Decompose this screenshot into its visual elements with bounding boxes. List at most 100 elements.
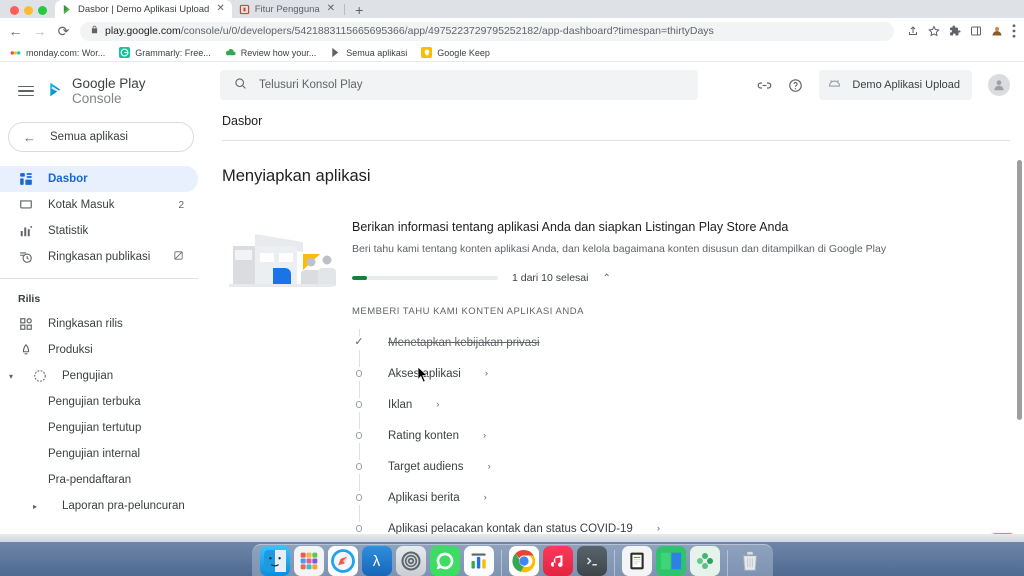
browser-tab-2[interactable]: Fitur Pengguna ✕ — [232, 0, 342, 18]
terminal-icon[interactable] — [576, 546, 607, 576]
menu-icon[interactable] — [18, 85, 34, 97]
sidebar-item-produksi[interactable]: Produksi — [0, 337, 198, 363]
safari-icon[interactable] — [327, 546, 358, 576]
brand-logo[interactable]: Google Play Console — [48, 76, 194, 106]
sidebar-item-ringkasan-rilis[interactable]: Ringkasan rilis — [0, 311, 198, 337]
address-bar[interactable]: play.google.com/console/u/0/developers/5… — [80, 21, 894, 41]
circle-outline-icon — [352, 459, 366, 474]
reload-button[interactable]: ⟳ — [56, 24, 71, 38]
bookmark-label: Grammarly: Free... — [135, 47, 211, 58]
close-tab-button[interactable]: ✕ — [216, 4, 224, 14]
photos-icon[interactable] — [689, 546, 720, 576]
books-icon[interactable] — [621, 546, 652, 576]
bookmark-label: Review how your... — [240, 47, 317, 58]
browser-tab-1[interactable]: Dasbor | Demo Aplikasi Upload ✕ — [55, 0, 232, 18]
chevron-right-icon[interactable]: ▸ — [28, 502, 42, 511]
sidebar-item-ringkasan-publikasi[interactable]: Ringkasan publikasi — [0, 244, 198, 270]
sidebar-item-statistik[interactable]: Statistik — [0, 218, 198, 244]
bookmark-star-icon[interactable] — [928, 25, 940, 37]
xcode-icon[interactable]: λ — [361, 546, 392, 576]
chevron-up-icon[interactable]: ⌃ — [602, 273, 610, 284]
link-icon[interactable] — [757, 78, 772, 93]
checklist-item-app-access[interactable]: Akses aplikasi › — [352, 358, 1004, 389]
chrome-browser-window: Dasbor | Demo Aplikasi Upload ✕ Fitur Pe… — [0, 0, 1024, 576]
tab-divider — [344, 3, 346, 15]
forward-button[interactable]: → — [32, 24, 47, 38]
chevron-right-icon: › — [656, 523, 660, 534]
tab-strip: Dasbor | Demo Aplikasi Upload ✕ Fitur Pe… — [0, 0, 1024, 18]
top-bar: Telusuri Konsol Play Demo Aplikasi Uploa… — [210, 62, 1024, 108]
displays-icon[interactable] — [655, 546, 686, 576]
new-tab-button[interactable]: + — [347, 3, 371, 18]
dock-separator — [726, 550, 728, 576]
checklist-item-ads[interactable]: Iklan › — [352, 389, 1004, 420]
storefront-illustration — [222, 220, 352, 575]
sidebar-item-pra-pendaftaran[interactable]: Pra-pendaftaran — [0, 467, 198, 493]
help-circle-icon[interactable] — [788, 78, 803, 93]
chevron-right-icon: › — [482, 430, 487, 441]
all-apps-button[interactable]: ← Semua aplikasi — [8, 122, 194, 152]
sidebar-item-pengujian-tertutup[interactable]: Pengujian tertutup — [0, 415, 198, 441]
maximize-window-button[interactable] — [38, 6, 47, 15]
sidebar-item-pengujian-terbuka[interactable]: Pengujian terbuka — [0, 389, 198, 415]
breadcrumb[interactable]: Dasbor — [210, 108, 1024, 140]
sidebar-item-laporan-pra-peluncuran[interactable]: ▸ Laporan pra-peluncuran — [0, 493, 198, 519]
launchpad-icon[interactable] — [293, 546, 324, 576]
bookmark-grammarly[interactable]: Grammarly: Free... — [119, 47, 211, 58]
vertical-scrollbar[interactable] — [1017, 160, 1022, 420]
circle-outline-icon — [352, 428, 366, 443]
setup-card-body: Berikan informasi tentang aplikasi Anda … — [352, 220, 1024, 575]
back-button[interactable]: ← — [8, 24, 23, 38]
lock-icon — [90, 24, 99, 38]
chevron-right-icon: › — [487, 461, 491, 472]
sidebar-item-pengujian-internal[interactable]: Pengujian internal — [0, 441, 198, 467]
sidebar-item-pengujian[interactable]: ▾ Pengujian — [0, 363, 198, 389]
check-icon: ✓ — [352, 335, 366, 350]
trash-icon[interactable] — [735, 546, 765, 576]
bookmark-google-keep[interactable]: Google Keep — [421, 47, 490, 58]
extensions-puzzle-icon[interactable] — [949, 25, 961, 37]
sidebar-item-label: Kotak Masuk — [48, 199, 115, 211]
share-icon[interactable] — [907, 25, 919, 37]
address-bar-url: play.google.com/console/u/0/developers/5… — [105, 25, 714, 37]
whatsapp-icon[interactable] — [429, 546, 460, 576]
url-host: play.google.com — [105, 25, 181, 37]
bookmark-review[interactable]: Review how your... — [224, 47, 317, 58]
music-icon[interactable] — [542, 546, 573, 576]
chevron-right-icon: › — [436, 399, 440, 410]
sidebar-item-kotak-masuk[interactable]: Kotak Masuk 2 — [0, 192, 198, 218]
app-selector-chip[interactable]: Demo Aplikasi Upload — [819, 70, 972, 100]
progress-text: 1 dari 10 selesai — [512, 272, 589, 284]
side-panel-icon[interactable] — [970, 25, 982, 37]
bookmark-label: monday.com: Wor... — [26, 47, 106, 58]
play-console-icon — [62, 4, 73, 15]
page-title: Menyiapkan aplikasi — [222, 167, 371, 185]
minimize-window-button[interactable] — [24, 6, 33, 15]
finder-icon[interactable] — [259, 546, 290, 576]
sidebar-item-dasbor[interactable]: Dasbor — [0, 166, 198, 192]
chevron-down-icon[interactable]: ▾ — [4, 372, 18, 381]
sidebar-item-label: Pengujian — [62, 370, 114, 382]
chrome-menu-icon[interactable] — [1012, 24, 1016, 38]
tab-title: Fitur Pengguna — [254, 3, 320, 15]
sidebar-item-label: Pra-pendaftaran — [48, 474, 132, 486]
checklist-item-target-audience[interactable]: Target audiens › — [352, 451, 1004, 482]
macos-dock: λ — [0, 542, 1024, 576]
sidebar-item-label: Dasbor — [48, 173, 88, 185]
profile-avatar-icon[interactable] — [991, 25, 1003, 37]
bookmark-semua-aplikasi[interactable]: Semua aplikasi — [330, 47, 407, 58]
search-input[interactable]: Telusuri Konsol Play — [220, 70, 698, 100]
bookmark-monday[interactable]: monday.com: Wor... — [10, 47, 105, 58]
chrome-icon[interactable] — [508, 546, 539, 576]
checklist-item-content-rating[interactable]: Rating konten › — [352, 420, 1004, 451]
grammarly-icon — [119, 47, 131, 58]
system-preferences-icon[interactable] — [395, 546, 426, 576]
sidebar-divider — [0, 278, 198, 279]
checklist-item-privacy-policy[interactable]: ✓ Menetapkan kebijakan privasi — [352, 327, 1004, 358]
play-console-icon[interactable] — [463, 546, 494, 576]
user-avatar-icon[interactable] — [988, 74, 1010, 96]
close-tab-button[interactable]: ✕ — [327, 4, 335, 14]
sidebar-item-label: Produksi — [48, 344, 93, 356]
close-window-button[interactable] — [10, 6, 19, 15]
checklist-item-news-app[interactable]: Aplikasi berita › — [352, 482, 1004, 513]
